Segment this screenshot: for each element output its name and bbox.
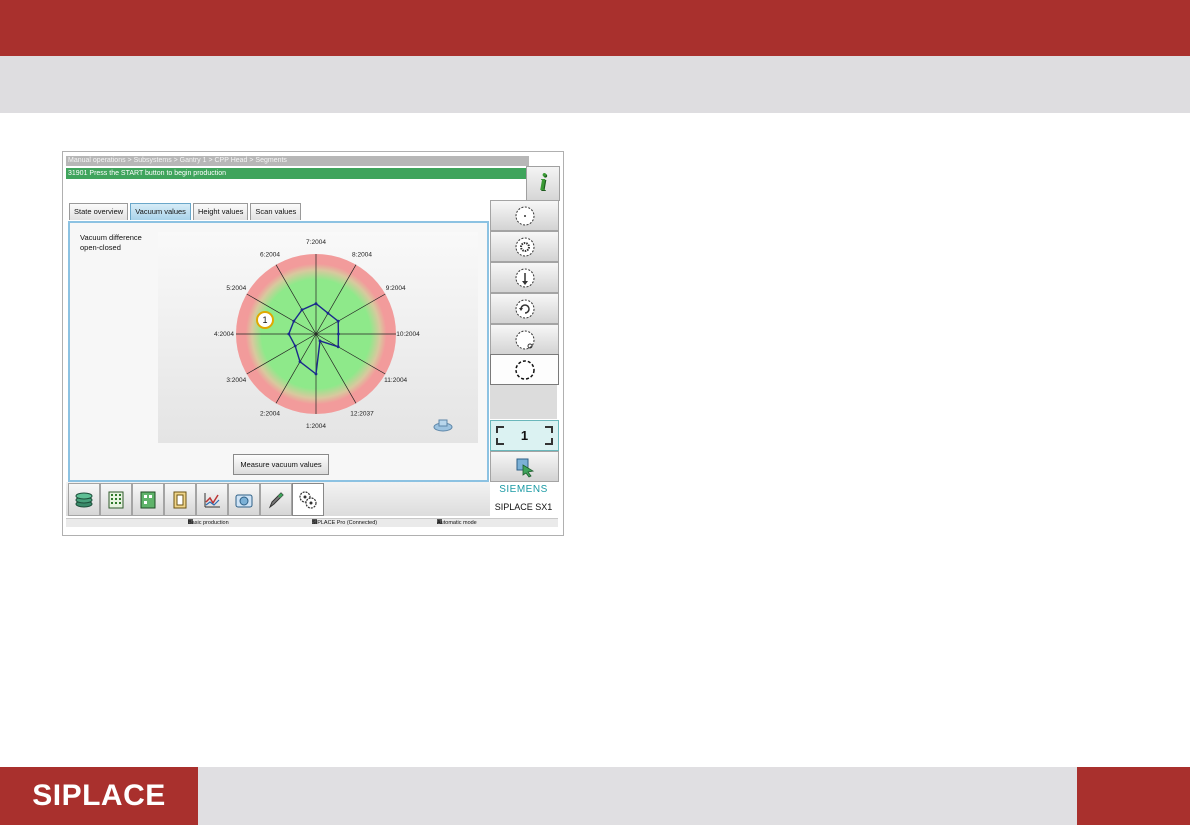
status-production-text: Basic production	[188, 520, 229, 526]
panel-label: Vacuum difference open-closed	[80, 233, 142, 252]
side-button-nozzle-down[interactable]	[490, 262, 559, 293]
tab-bar: State overview Vacuum values Height valu…	[69, 203, 303, 221]
radar-axis-label: 11:2004	[384, 377, 407, 384]
door-icon	[173, 491, 187, 508]
side-button-next[interactable]	[490, 451, 559, 482]
radar-data-point	[298, 360, 302, 364]
tab-scan-values[interactable]: Scan values	[250, 203, 302, 220]
toolbar-pen-button[interactable]	[260, 483, 292, 516]
radar-axis-label: 3:2004	[226, 377, 246, 384]
radar-data-point	[336, 319, 340, 323]
sub-header-bar	[0, 56, 1190, 113]
vacuum-values-panel: Vacuum difference open-closed 7:2004 8:20…	[68, 221, 489, 482]
radar-axis-label: 8:2004	[352, 251, 372, 258]
siemens-logo: SIEMENS	[499, 484, 548, 495]
corner-mark	[496, 426, 504, 433]
siplace-logo-text: SIPLACE	[32, 779, 166, 812]
scroll-icon[interactable]	[432, 418, 454, 432]
toolbar-grid-button[interactable]	[100, 483, 132, 516]
radar-data-point	[293, 344, 297, 348]
radar-axis-label: 6:2004	[260, 251, 280, 258]
toolbar-chart-button[interactable]	[196, 483, 228, 516]
toolbar-stack-button[interactable]	[68, 483, 100, 516]
radar-axis-label: 2:2004	[260, 411, 280, 418]
pen-icon	[268, 491, 284, 508]
segment-icon	[515, 206, 534, 225]
bottom-toolbar	[66, 482, 490, 516]
corner-mark	[496, 438, 504, 445]
radar-axis-label: 9:2004	[386, 285, 406, 292]
segment-all-icon	[514, 359, 535, 380]
grid-icon	[108, 491, 124, 508]
status-bar: Basic production SIPLACE Pro (Connected)…	[66, 518, 558, 527]
status-message: 31901 Press the START button to begin pr…	[66, 168, 527, 179]
toolbar-camera-button[interactable]	[228, 483, 260, 516]
corner-mark	[545, 426, 553, 433]
top-brand-bar	[0, 0, 1190, 56]
radar-axis-label: 10:2004	[396, 331, 420, 338]
side-button-rotate[interactable]	[490, 293, 559, 324]
radar-data-point	[300, 308, 304, 312]
stack-icon	[75, 492, 93, 507]
radar-data-point	[336, 345, 340, 349]
segment-search-icon	[515, 330, 534, 349]
siplace-screen: Manual operations > Subsystems > Gantry …	[62, 151, 564, 536]
camera-icon	[235, 494, 253, 507]
radar-data-point	[318, 339, 322, 343]
radar-axis-label: 12:2037	[350, 411, 374, 418]
measure-vacuum-button[interactable]: Measure vacuum values	[233, 454, 329, 475]
nozzle-down-icon	[515, 268, 534, 287]
radar-axis-label: 5:2004	[226, 285, 246, 292]
radar-axis-label: 7:2004	[306, 239, 326, 246]
tab-state-overview[interactable]: State overview	[69, 203, 129, 220]
radar-data-point	[326, 311, 330, 315]
status-mode-text: Automatic mode	[437, 520, 477, 526]
feeder-icon	[140, 491, 156, 508]
arrow-next-icon	[516, 458, 534, 478]
side-button-gear-segment[interactable]	[490, 231, 559, 262]
radar-chart-area: 7:2004 8:2004 9:2004 10:2004 11:2004 12:2037 1…	[158, 232, 478, 443]
side-button-segment-all[interactable]	[490, 354, 559, 385]
radar-data-point	[292, 319, 296, 323]
footer-accent-block	[1077, 767, 1190, 825]
radar-axis-label: 4:2004	[214, 331, 234, 338]
side-button-segment[interactable]	[490, 200, 559, 231]
tab-vacuum-values[interactable]: Vacuum values	[130, 203, 191, 220]
chart-icon	[204, 492, 220, 507]
toolbar-feeder-button[interactable]	[132, 483, 164, 516]
radar-data-point	[287, 332, 291, 336]
radar-axis-label: 1:2004	[306, 423, 326, 430]
segment-counter[interactable]: 1	[490, 420, 559, 451]
corner-mark	[545, 438, 553, 445]
status-connection-text: SIPLACE Pro (Connected)	[312, 520, 378, 526]
side-spacer	[490, 385, 557, 419]
side-button-segment-search[interactable]	[490, 324, 559, 355]
radar-data-point	[337, 332, 340, 336]
info-button[interactable]: i	[526, 166, 560, 201]
breadcrumb: Manual operations > Subsystems > Gantry …	[66, 156, 529, 166]
gear-icon	[299, 490, 317, 509]
counter-value: 1	[520, 428, 529, 443]
tab-height-values[interactable]: Height values	[192, 203, 249, 220]
machine-name: SIPLACE SX1	[494, 502, 553, 512]
toolbar-gear-button[interactable]	[292, 483, 324, 516]
info-icon: i	[539, 170, 547, 196]
radar-data-point	[314, 372, 318, 376]
siplace-logo: SIPLACE	[0, 767, 198, 825]
radar-chart: 7:20048:20049:200410:200411:200412:20371…	[214, 239, 420, 430]
selected-segment-label: 1	[262, 315, 267, 325]
radar-data-point	[314, 302, 318, 305]
gear-segment-icon	[515, 237, 534, 256]
toolbar-door-button[interactable]	[164, 483, 196, 516]
rotate-icon	[515, 299, 534, 318]
